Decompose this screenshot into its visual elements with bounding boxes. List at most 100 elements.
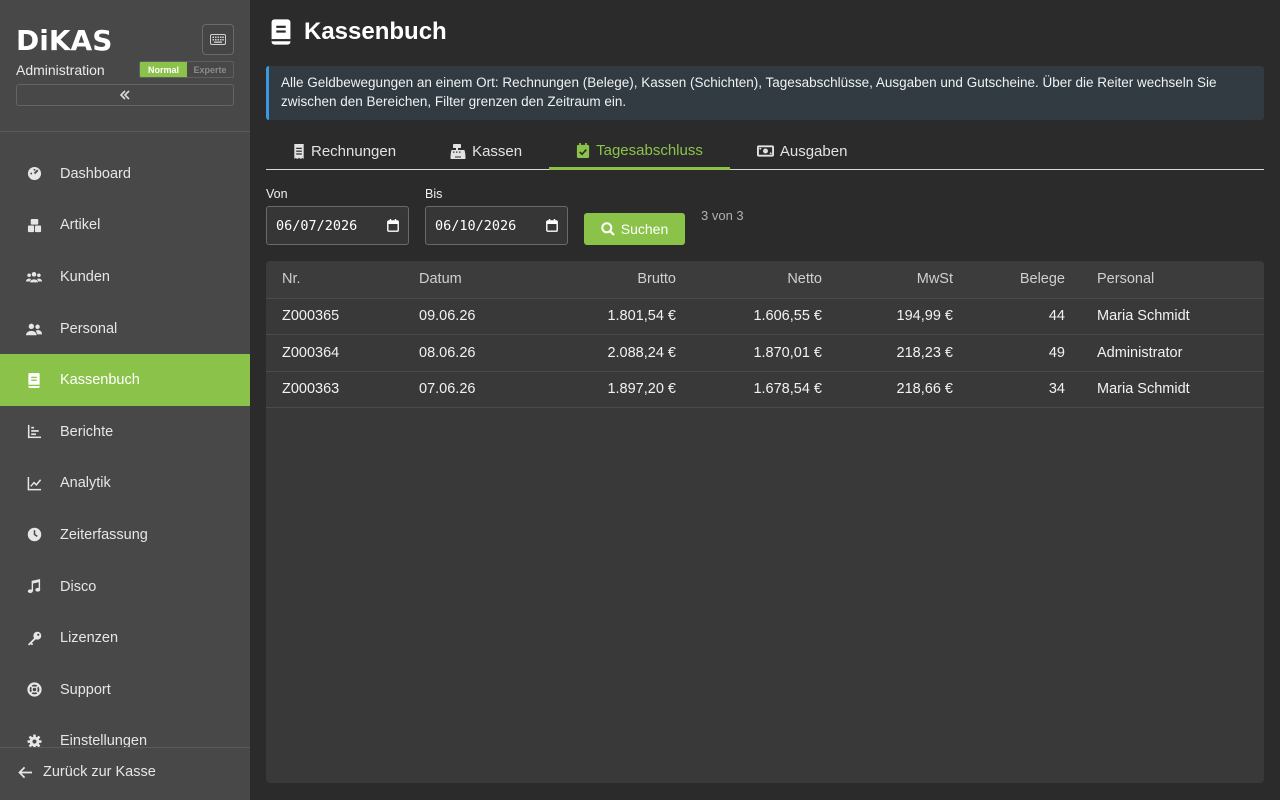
column-header-brutto[interactable]: Brutto [539, 261, 676, 299]
closing-table-card: Nr. Datum Brutto Netto MwSt Belege Perso… [266, 261, 1264, 783]
tab-ausgaben[interactable]: Ausgaben [730, 133, 875, 169]
book-icon [270, 19, 292, 45]
lifebuoy-icon [26, 682, 42, 698]
tab-bar: Rechnungen Kassen Tagesabschluss Ausgabe… [266, 133, 1264, 170]
sidebar-item-label: Disco [60, 578, 97, 595]
users-icon [26, 269, 42, 285]
gear-icon [26, 733, 42, 747]
column-header-datum[interactable]: Datum [419, 261, 539, 299]
result-count: 3 von 3 [701, 208, 744, 223]
cell-datum: 09.06.26 [419, 298, 539, 335]
table-row[interactable]: Z000363 07.06.26 1.897,20 € 1.678,54 € 2… [266, 371, 1264, 408]
bar-chart-icon [26, 424, 42, 440]
cell-datum: 08.06.26 [419, 334, 539, 372]
info-box: Alle Geldbewegungen an einem Ort: Rechnu… [266, 66, 1264, 120]
cash-register-icon [450, 143, 466, 159]
table-header-row: Nr. Datum Brutto Netto MwSt Belege Perso… [266, 261, 1264, 299]
cell-datum: 07.06.26 [419, 371, 539, 408]
cell-mwst: 194,99 € [822, 298, 953, 335]
tab-rechnungen[interactable]: Rechnungen [266, 133, 423, 169]
dashboard-icon [26, 166, 42, 182]
music-icon [26, 579, 42, 595]
sidebar-item-label: Dashboard [60, 165, 131, 182]
sidebar-divider [0, 131, 250, 132]
key-icon [26, 630, 42, 646]
cell-nr: Z000364 [266, 334, 419, 372]
cell-netto: 1.606,55 € [676, 298, 822, 335]
from-date-input[interactable]: 06/07/2026 [266, 206, 409, 245]
cell-brutto: 2.088,24 € [539, 334, 676, 372]
sidebar-item-personal[interactable]: Personal [0, 303, 250, 355]
sidebar-item-dashboard[interactable]: Dashboard [0, 148, 250, 200]
line-chart-icon [26, 475, 42, 491]
sidebar-item-kunden[interactable]: Kunden [0, 251, 250, 303]
column-header-netto[interactable]: Netto [676, 261, 822, 299]
staff-icon [26, 321, 42, 337]
money-bill-icon [756, 144, 774, 158]
cell-personal: Maria Schmidt [1065, 298, 1264, 335]
cell-brutto: 1.897,20 € [539, 371, 676, 408]
search-button[interactable]: Suchen [584, 213, 685, 245]
admin-subtitle: Administration [16, 62, 105, 78]
from-date-label: Von [266, 187, 288, 201]
from-date-value: 06/07/2026 [276, 217, 358, 234]
sidebar-item-label: Artikel [60, 217, 101, 234]
search-button-label: Suchen [620, 221, 669, 237]
cell-brutto: 1.801,54 € [539, 298, 676, 335]
sidebar-item-label: Kunden [60, 268, 110, 285]
table-row[interactable]: Z000364 08.06.26 2.088,24 € 1.870,01 € 2… [266, 334, 1264, 372]
mode-expert-option[interactable]: Experte [187, 62, 233, 77]
tab-label: Rechnungen [311, 142, 397, 160]
tab-tagesabschluss[interactable]: Tagesabschluss [549, 133, 730, 170]
column-header-belege[interactable]: Belege [953, 261, 1065, 299]
tab-label: Tagesabschluss [596, 141, 703, 159]
sidebar-item-support[interactable]: Support [0, 664, 250, 716]
tab-label: Ausgaben [779, 142, 848, 160]
calendar-icon[interactable] [546, 219, 558, 232]
table-row[interactable]: Z000365 09.06.26 1.801,54 € 1.606,55 € 1… [266, 298, 1264, 335]
sidebar-item-label: Berichte [60, 423, 114, 440]
sidebar-item-label: Kassenbuch [60, 372, 140, 389]
boxes-icon [26, 217, 42, 233]
sidebar-bottom-divider [0, 747, 250, 748]
cell-personal: Administrator [1065, 334, 1264, 372]
sidebar-item-label: Einstellungen [60, 733, 148, 747]
app-logo: DiKAS [16, 24, 113, 57]
sidebar-item-artikel[interactable]: Artikel [0, 200, 250, 252]
cell-mwst: 218,23 € [822, 334, 953, 372]
column-header-nr[interactable]: Nr. [266, 261, 419, 299]
cell-personal: Maria Schmidt [1065, 371, 1264, 408]
back-to-register-link[interactable]: Zurück zur Kasse [18, 764, 156, 780]
cell-belege: 34 [953, 371, 1065, 408]
sidebar-item-label: Personal [60, 320, 118, 337]
search-icon [601, 222, 615, 236]
to-date-input[interactable]: 06/10/2026 [425, 206, 568, 245]
collapse-sidebar-button[interactable] [16, 84, 234, 106]
sidebar-item-label: Support [60, 681, 111, 698]
cell-netto: 1.870,01 € [676, 334, 822, 372]
sidebar-item-kassenbuch[interactable]: Kassenbuch [0, 354, 250, 406]
cell-mwst: 218,66 € [822, 371, 953, 408]
sidebar-item-berichte[interactable]: Berichte [0, 406, 250, 458]
sidebar-item-label: Zeiterfassung [60, 526, 148, 543]
keyboard-button[interactable] [202, 24, 234, 55]
cell-belege: 44 [953, 298, 1065, 335]
arrow-left-icon [18, 766, 33, 779]
double-chevron-left-icon [119, 90, 130, 100]
book-icon [26, 372, 42, 388]
page-title-text: Kassenbuch [304, 18, 447, 45]
tab-kassen[interactable]: Kassen [423, 133, 549, 169]
sidebar-item-zeiterfassung[interactable]: Zeiterfassung [0, 509, 250, 561]
column-header-mwst[interactable]: MwSt [822, 261, 953, 299]
sidebar-item-lizenzen[interactable]: Lizenzen [0, 612, 250, 664]
mode-toggle[interactable]: Normal Experte [139, 61, 234, 78]
clock-icon [26, 527, 42, 543]
sidebar-item-analytik[interactable]: Analytik [0, 458, 250, 510]
cell-netto: 1.678,54 € [676, 371, 822, 408]
column-header-personal[interactable]: Personal [1065, 261, 1264, 299]
sidebar-item-disco[interactable]: Disco [0, 561, 250, 613]
calendar-icon[interactable] [387, 219, 399, 232]
mode-normal-option[interactable]: Normal [140, 62, 187, 77]
calendar-check-icon [576, 142, 590, 158]
sidebar-item-einstellungen[interactable]: Einstellungen [0, 716, 250, 747]
